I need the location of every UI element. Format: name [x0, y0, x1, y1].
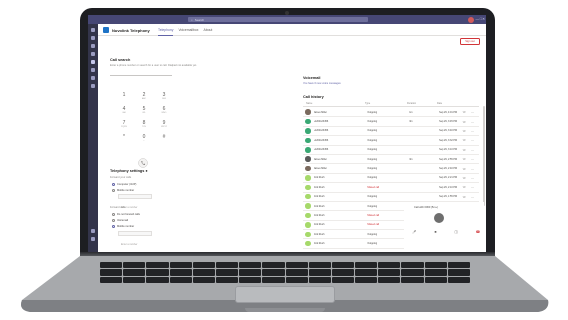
keyboard-key: [215, 269, 239, 276]
keyboard-key: [123, 269, 146, 276]
keyboard-key: [355, 262, 378, 269]
keyboard-key: [169, 276, 192, 283]
keyboard-key: [215, 276, 239, 283]
keyboard-key: [215, 262, 239, 269]
keyboard-key: [401, 269, 424, 276]
keyboard-key: [401, 276, 424, 283]
base-lip: [245, 308, 325, 312]
keyboard-key: [424, 262, 447, 269]
keyboard-key: [262, 276, 285, 283]
keyboard-key: [447, 262, 470, 269]
keyboard-key: [308, 269, 331, 276]
keyboard-key: [146, 262, 169, 269]
keyboard-key: [146, 276, 169, 283]
keyboard-key: [285, 262, 308, 269]
keyboard-key: [285, 269, 308, 276]
keyboard-key: [239, 276, 262, 283]
keyboard-key: [192, 276, 215, 283]
keyboard: [100, 262, 470, 283]
keyboard-key: [308, 262, 331, 269]
keyboard-key: [285, 276, 308, 283]
keyboard-key: [239, 269, 262, 276]
keyboard-key: [331, 269, 355, 276]
keyboard-key: [169, 269, 192, 276]
keyboard-key: [308, 276, 331, 283]
keyboard-key: [331, 262, 355, 269]
keyboard-key: [331, 276, 355, 283]
keyboard-key: [100, 276, 123, 283]
keyboard-key: [262, 269, 285, 276]
keyboard-key: [192, 269, 215, 276]
laptop-scene: ⌕ Search — □ ✕ Nuvolink Telephony Teleph: [0, 0, 568, 320]
keyboard-key: [401, 262, 424, 269]
keyboard-key: [447, 276, 470, 283]
keyboard-key: [262, 262, 285, 269]
keyboard-key: [100, 269, 123, 276]
keyboard-key: [378, 262, 401, 269]
keyboard-key: [424, 276, 447, 283]
keyboard-key: [100, 262, 123, 269]
keyboard-key: [146, 269, 169, 276]
keyboard-key: [355, 276, 378, 283]
keyboard-key: [192, 262, 215, 269]
trackpad: [235, 286, 335, 303]
keyboard-key: [123, 276, 146, 283]
keyboard-key: [424, 269, 447, 276]
keyboard-key: [447, 269, 470, 276]
keyboard-key: [378, 269, 401, 276]
keyboard-key: [378, 276, 401, 283]
keyboard-key: [239, 262, 262, 269]
keyboard-key: [123, 262, 146, 269]
keyboard-key: [169, 262, 192, 269]
keyboard-key: [355, 269, 378, 276]
